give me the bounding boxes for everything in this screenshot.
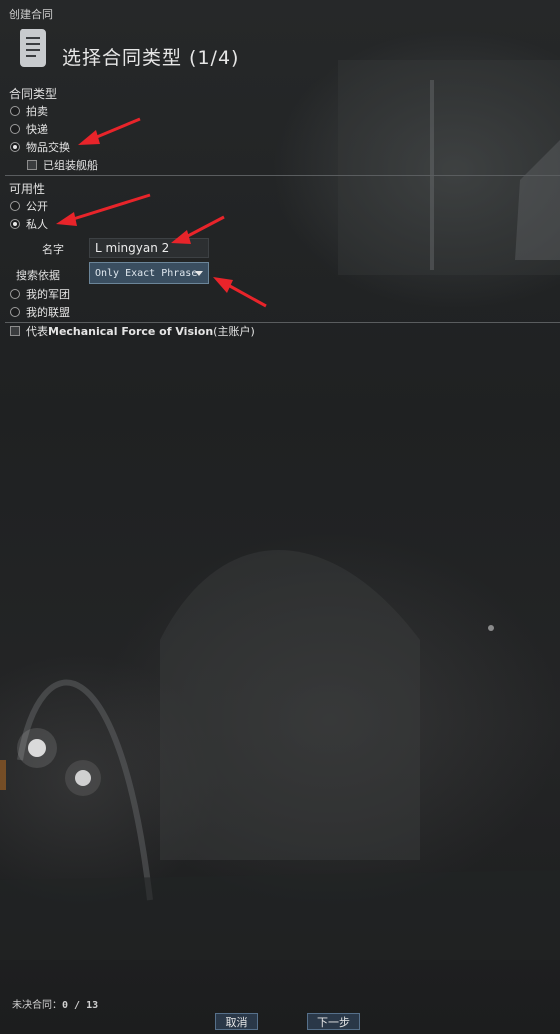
annotation-arrow-icon — [56, 193, 151, 226]
section-divider — [5, 175, 560, 176]
availability-heading: 可用性 — [9, 182, 46, 196]
radio-my-alliance[interactable]: 我的联盟 — [10, 304, 70, 320]
window-title: 创建合同 — [9, 8, 53, 21]
radio-public[interactable]: 公开 — [10, 198, 48, 214]
radio-auction[interactable]: 拍卖 — [10, 103, 48, 119]
on-behalf-prefix: 代表 — [26, 325, 48, 338]
radio-button[interactable] — [10, 201, 20, 211]
radio-courier[interactable]: 快递 — [10, 121, 48, 137]
contract-scroll-icon — [19, 29, 46, 67]
background-scenery — [0, 60, 560, 960]
outstanding-value: 0 / 13 — [62, 1000, 99, 1011]
search-by-dropdown[interactable]: Only Exact Phrase — [89, 262, 209, 284]
radio-label: 私人 — [26, 218, 48, 231]
assembled-ship-checkbox-row[interactable]: 已组装舰船 — [27, 157, 98, 173]
search-by-label: 搜索依据 — [16, 269, 60, 282]
page-title: 选择合同类型 (1/4) — [62, 47, 240, 69]
checkbox-label: 已组装舰船 — [43, 159, 98, 172]
radio-label: 物品交换 — [26, 141, 70, 154]
checkbox[interactable] — [10, 326, 20, 336]
name-input[interactable] — [89, 238, 209, 258]
dropdown-value: Only Exact Phrase — [95, 267, 198, 279]
corporation-name: Mechanical Force of Vision — [48, 324, 214, 338]
outstanding-contracts: 未决合同：0 / 13 — [12, 996, 98, 1011]
radio-button[interactable] — [10, 289, 20, 299]
outstanding-label: 未决合同： — [12, 1000, 62, 1011]
name-label: 名字 — [42, 243, 64, 256]
radio-label: 我的军团 — [26, 288, 70, 301]
radio-button[interactable] — [10, 307, 20, 317]
checkbox[interactable] — [27, 160, 37, 170]
radio-item-exchange[interactable]: 物品交换 — [10, 139, 70, 155]
radio-button-selected[interactable] — [10, 142, 20, 152]
radio-label: 拍卖 — [26, 105, 48, 118]
cancel-button[interactable]: 取消 — [215, 1013, 258, 1030]
radio-button[interactable] — [10, 124, 20, 134]
next-button[interactable]: 下一步 — [307, 1013, 360, 1030]
radio-button-selected[interactable] — [10, 219, 20, 229]
radio-label: 公开 — [26, 200, 48, 213]
radio-private[interactable]: 私人 — [10, 216, 48, 232]
title-bar[interactable]: 创建合同 — [0, 0, 560, 21]
on-behalf-suffix: (主账户) — [213, 325, 255, 338]
chevron-down-icon — [195, 271, 203, 276]
radio-button[interactable] — [10, 106, 20, 116]
radio-label: 我的联盟 — [26, 306, 70, 319]
create-contract-window: 创建合同 选择合同类型 (1/4) 合同类型 拍卖 快递 物品交换 已组装舰船 … — [0, 0, 560, 1034]
annotation-arrow-icon — [213, 277, 267, 308]
radio-label: 快递 — [26, 123, 48, 136]
on-behalf-checkbox-row[interactable]: 代表 Mechanical Force of Vision (主账户) — [10, 323, 255, 339]
annotation-arrow-icon — [78, 117, 141, 145]
radio-my-corporation[interactable]: 我的军团 — [10, 286, 70, 302]
contract-type-heading: 合同类型 — [9, 87, 58, 101]
